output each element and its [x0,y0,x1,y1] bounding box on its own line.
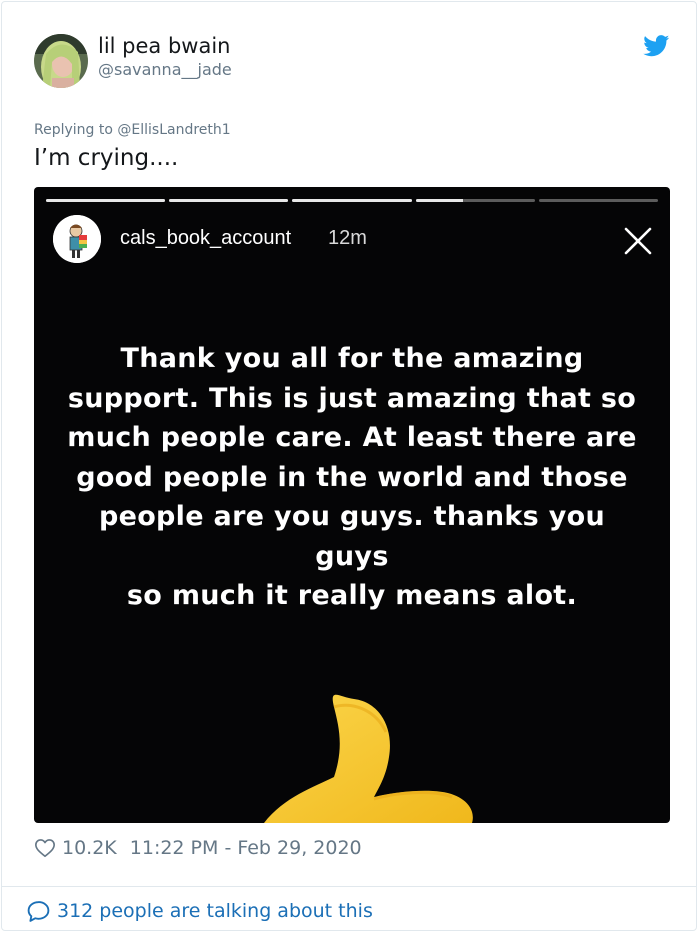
speech-bubble-icon [27,900,50,922]
story-message: Thank you all for the amazing support. T… [60,339,644,616]
story-progress-fill [169,199,289,202]
conversation-link[interactable]: 312 people are talking about this [26,898,373,924]
story-username: cals_book_account [120,227,292,249]
story-progress-bar [46,199,659,202]
story-progress-segment [538,199,659,202]
story-time-ago: 12m [328,227,367,249]
author-handle[interactable]: @savanna__jade [98,60,232,79]
close-icon[interactable] [622,225,654,257]
story-message-line: Thank you all for the amazing [120,343,584,374]
tweet-text: I’m crying.... [34,145,179,171]
tweet-media-image[interactable]: cals_book_account 12m Thank you all for … [34,187,670,823]
story-progress-fill [292,199,412,202]
replying-to-label: Replying to [34,122,118,138]
twitter-bird-icon[interactable] [643,35,670,57]
story-message-line: so much it really means alot. [126,580,578,611]
tweet-timestamp[interactable]: 11:22 PM - Feb 29, 2020 [130,837,362,859]
tweet-meta: 10.2K 11:22 PM - Feb 29, 2020 [34,836,362,860]
story-progress-fill [415,199,464,202]
story-progress-segment [169,199,289,202]
author-display-name[interactable]: lil pea bwain [98,34,231,58]
story-message-line: much people care. At least there are [67,422,637,453]
story-message-line: good people in the world and those [76,461,628,493]
author-avatar-image [34,34,88,88]
like-count[interactable]: 10.2K [62,837,117,859]
divider [2,886,696,887]
story-progress-segment [292,199,412,202]
story-avatar-image [53,215,101,263]
author-avatar[interactable] [34,34,88,88]
tweet-card: lil pea bwain @savanna__jade Replying to… [1,1,697,931]
story-message-line: people are you guys. thanks you guys [98,501,606,572]
story-avatar [53,215,101,263]
story-progress-segment [46,199,166,202]
story-progress-segment [415,199,535,202]
replying-to-mention[interactable]: @EllisLandreth1 [117,122,230,138]
story-message-line: support. This is just amazing that so [67,382,637,414]
heart-icon[interactable] [34,837,56,859]
conversation-label: 312 people are talking about this [57,900,373,922]
replying-to-line: Replying to @EllisLandreth1 [34,122,231,138]
story-progress-fill [46,199,166,202]
